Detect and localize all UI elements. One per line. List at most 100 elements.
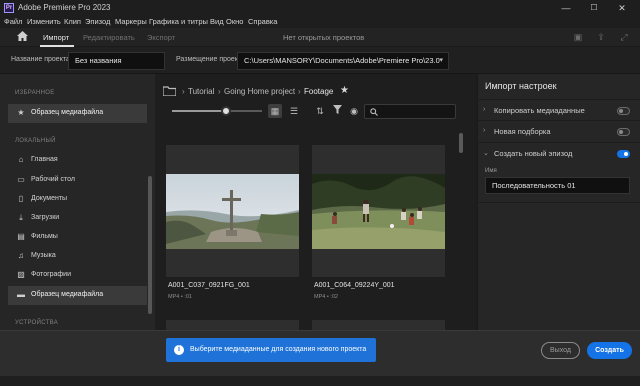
exit-button[interactable]: Выход [541,342,580,359]
breadcrumb-item[interactable]: Tutorial [188,87,214,96]
media-item[interactable] [312,320,445,330]
sidebar-item-downloads[interactable]: ⤓ Загрузки [8,209,147,228]
film-icon: ▤ [17,232,25,241]
clip-thumbnail [312,174,445,249]
sequence-name-field[interactable]: Последовательность 01 [485,177,630,194]
sidebar-item-label: Фильмы [31,233,58,240]
list-view-icon[interactable]: ☰ [287,104,301,118]
sequence-name-label: Имя [485,168,497,174]
sidebar-item-label: Музыка [31,252,56,259]
maximize-button[interactable]: ☐ [584,2,604,14]
grid-view-icon[interactable]: ▦ [268,104,282,118]
devices-header: УСТРОЙСТВА [15,320,59,326]
option-label: Создать новый эпизод [494,149,573,158]
favorite-star-icon[interactable]: ★ [340,85,349,96]
sidebar-item-label: Фотографии [31,271,72,278]
sidebar-item-sample-media[interactable]: ▬ Образец медиафайла [8,286,147,305]
close-button[interactable]: ✕ [612,2,632,14]
clip-name: A001_C064_09224Y_001 [314,282,395,289]
premiere-logo: Pr [4,3,14,13]
clip-thumbnail [166,174,299,249]
clip-meta: MP4 • :02 [314,294,338,300]
folder-icon: ▬ [17,290,25,299]
menu-help[interactable]: Справка [248,17,277,26]
sidebar-item-favorite-sample[interactable]: ★ Образец медиафайла [8,104,147,123]
sidebar-item-music[interactable]: ♫ Музыка [8,247,147,266]
sidebar-item-movies[interactable]: ▤ Фильмы [8,228,147,247]
sidebar-item-photos[interactable]: ▨ Фотографии [8,266,147,285]
chevron-down-icon: ▾ [439,57,443,64]
option-label: Копировать медиаданные [494,106,585,115]
fullscreen-icon[interactable]: ⤢ [617,31,631,44]
project-settings-row: Название проекта Без названия Размещение… [0,47,640,74]
photo-icon: ▨ [17,270,25,279]
menu-graphics[interactable]: Графика и титры [149,17,208,26]
copy-media-toggle[interactable] [617,107,630,115]
browser-scrollbar[interactable] [459,133,463,153]
eye-icon[interactable]: ◉ [347,104,361,118]
zoom-slider-handle[interactable] [221,106,231,116]
breadcrumb-item-current[interactable]: Footage [304,87,333,96]
sidebar-item-home[interactable]: ⌂ Главная [8,151,147,170]
option-create-sequence[interactable]: ⌄ Создать новый эпизод [477,143,640,165]
media-item[interactable] [166,320,299,330]
new-bin-toggle[interactable] [617,128,630,136]
workspace-icon[interactable]: ▣ [571,31,585,44]
star-icon: ★ [17,108,25,117]
search-input[interactable] [364,104,456,119]
tab-edit[interactable]: Редактировать [83,33,135,42]
project-name-field[interactable]: Без названия [68,52,165,70]
create-button[interactable]: Создать [587,342,632,359]
option-copy-media[interactable]: › Копировать медиаданные [477,99,640,121]
thumbnail-zoom-slider[interactable] [172,106,262,116]
sort-icon[interactable]: ⇅ [313,104,327,118]
sidebar-scrollbar[interactable] [148,176,152,314]
clip-name: A001_C037_0921FG_001 [168,282,250,289]
breadcrumb-sep-icon: › [182,87,185,96]
tab-import[interactable]: Импорт [43,33,69,42]
menu-sequence[interactable]: Эпизод [85,17,110,26]
chevron-right-icon: › [483,127,486,134]
media-item[interactable]: A001_C037_0921FG_001 MP4 • :01 [166,145,299,300]
project-name-label: Название проекта [11,56,70,63]
search-icon [370,108,378,116]
share-icon[interactable]: ⇪ [594,31,608,44]
minimize-button[interactable]: — [556,2,576,14]
sidebar-item-label: Образец медиафайла [31,291,104,298]
menu-clip[interactable]: Клип [64,17,81,26]
bottom-strip [0,376,640,386]
menu-window[interactable]: Окно [226,17,243,26]
breadcrumb-sep-icon: › [218,87,221,96]
breadcrumb-sep-icon: › [298,87,301,96]
home-icon[interactable] [15,31,29,44]
workspace-header: Импорт Редактировать Экспорт Нет открыты… [0,28,640,47]
title-bar: Pr Adobe Premiere Pro 2023 — ☐ ✕ [0,0,640,16]
menu-markers[interactable]: Маркеры [115,17,147,26]
menu-edit[interactable]: Изменить [27,17,61,26]
create-sequence-toggle[interactable] [617,150,630,158]
panel-divider [477,202,640,203]
info-banner: i Выберите медиаданные для создания ново… [166,338,376,362]
breadcrumb-item[interactable]: Going Home project [224,87,295,96]
tab-export[interactable]: Экспорт [147,33,175,42]
sidebar-item-desktop[interactable]: ▭ Рабочий стол [8,171,147,190]
menu-view[interactable]: Вид [210,17,224,26]
chevron-down-icon: ⌄ [483,150,489,157]
sidebar-item-label: Загрузки [31,214,60,221]
import-settings-title: Импорт настроек [485,81,557,91]
project-status: Нет открытых проектов [283,33,365,42]
desktop-icon: ▭ [17,175,25,184]
toggle-knob [619,109,623,113]
toggle-knob [624,152,628,156]
media-item[interactable]: A001_C064_09224Y_001 MP4 • :02 [312,145,445,300]
favorites-header: ИЗБРАННОЕ [15,90,55,96]
filter-icon[interactable] [330,104,344,118]
option-new-bin[interactable]: › Новая подборка [477,121,640,143]
home-icon: ⌂ [18,155,24,164]
folder-up-icon[interactable] [162,86,177,97]
zoom-slider-fill [172,110,226,112]
sidebar-item-documents[interactable]: ▯ Документы [8,190,147,209]
document-icon: ▯ [18,194,24,203]
project-location-select[interactable]: C:\Users\MANSORY\Documents\Adobe\Premier… [237,52,449,70]
menu-file[interactable]: Файл [4,17,22,26]
